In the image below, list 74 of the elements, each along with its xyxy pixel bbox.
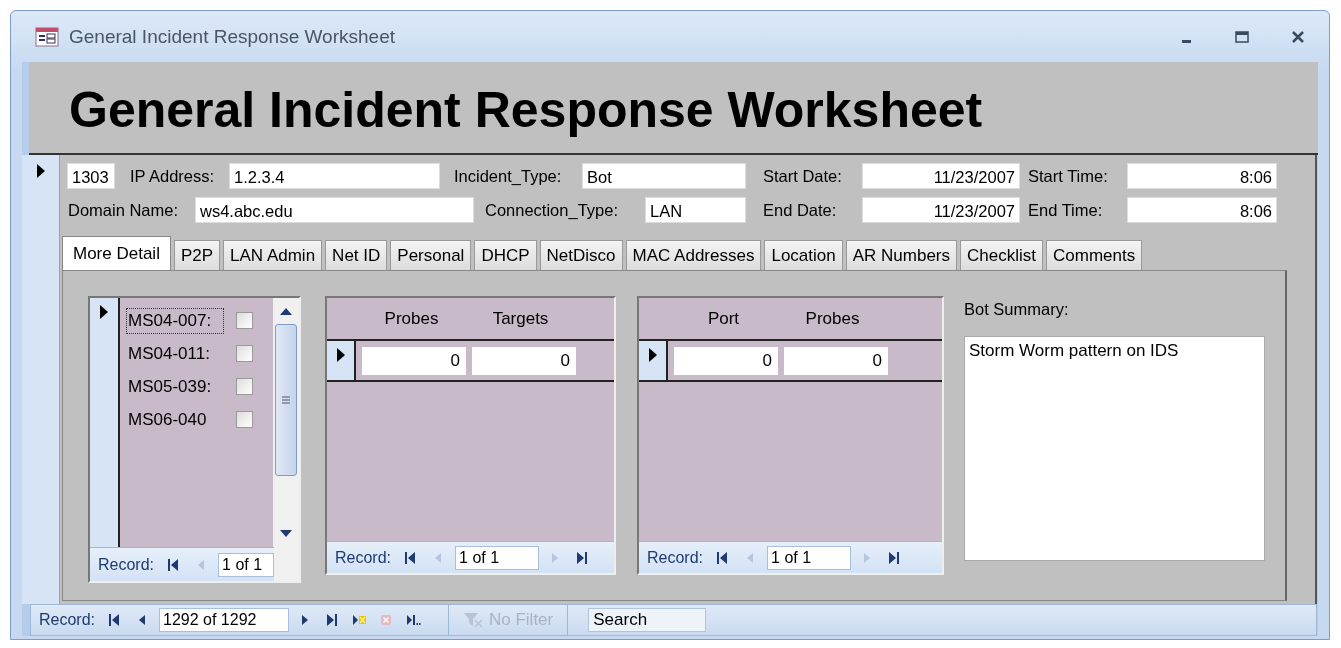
- record-pointer-icon: [335, 347, 346, 363]
- record-position-field[interactable]: 1292 of 1292: [159, 608, 290, 632]
- field-label: IP Address:: [130, 166, 216, 186]
- checkbox-label: MS04-011:: [127, 342, 211, 365]
- record-position-field[interactable]: 1 of 1: [218, 552, 274, 577]
- record-pointer-icon: [35, 163, 46, 179]
- record-position-field[interactable]: 1 of 1: [455, 545, 540, 570]
- record-selector[interactable]: [327, 341, 356, 380]
- column-header: Port: [706, 308, 741, 329]
- window-title: General Incident Response Worksheet: [69, 25, 395, 48]
- filter-icon: [463, 611, 483, 629]
- checkbox-label: MS04-007:: [126, 307, 224, 334]
- time-field[interactable]: 8:06: [1127, 163, 1277, 189]
- time-field[interactable]: 8:06: [1127, 197, 1277, 223]
- record-selector[interactable]: [90, 298, 120, 547]
- tab[interactable]: LAN Admin: [223, 240, 323, 270]
- number-field[interactable]: 0: [362, 346, 466, 375]
- scroll-thumb[interactable]: [275, 324, 297, 476]
- record-pointer-icon: [99, 304, 109, 320]
- tab[interactable]: P2P: [173, 240, 221, 270]
- tab[interactable]: Comments: [1046, 240, 1143, 270]
- scroll-up-icon[interactable]: [278, 306, 294, 316]
- date-field[interactable]: 11/23/2007: [862, 197, 1020, 223]
- arrow-bar-icon: [406, 613, 422, 627]
- field-label: Domain Name:: [68, 200, 180, 220]
- checkbox[interactable]: [236, 345, 253, 362]
- field-label: End Date:: [763, 200, 838, 220]
- tab[interactable]: More Detail: [62, 236, 171, 270]
- checkbox[interactable]: [236, 411, 253, 428]
- record-label: Record:: [335, 548, 392, 567]
- column-header: Targets: [491, 308, 550, 329]
- tab[interactable]: NetDisco: [539, 240, 623, 270]
- column-header: Probes: [804, 308, 861, 329]
- tab[interactable]: AR Numbers: [845, 240, 958, 270]
- record-label: Record:: [39, 611, 96, 629]
- field-label: Start Date:: [763, 166, 843, 186]
- record-pointer-icon: [647, 347, 658, 363]
- form-title: General Incident Response Worksheet: [69, 80, 983, 139]
- tab[interactable]: Checklist: [960, 240, 1043, 270]
- grip-icon: [281, 395, 291, 405]
- number-field[interactable]: 0: [472, 346, 576, 375]
- checkbox[interactable]: [236, 378, 253, 395]
- scroll-down-icon[interactable]: [278, 529, 294, 539]
- field-label: Start Time:: [1028, 166, 1109, 186]
- tab[interactable]: Location: [764, 240, 843, 270]
- field-label: Bot Summary:: [964, 300, 1070, 319]
- tab[interactable]: DHCP: [474, 240, 537, 270]
- checkbox-label: MS06-040: [127, 408, 208, 431]
- form-icon: [35, 26, 59, 47]
- column-header: Probes: [383, 308, 440, 329]
- record-label: Record:: [98, 555, 155, 574]
- text-field[interactable]: ws4.abc.edu: [195, 197, 474, 223]
- number-field[interactable]: 0: [784, 346, 888, 375]
- summary-textbox[interactable]: Storm Worm pattern on IDS: [964, 336, 1265, 561]
- checkbox[interactable]: [236, 312, 253, 329]
- text-field[interactable]: 1.2.3.4: [229, 163, 440, 189]
- record-position-field[interactable]: 1 of 1: [767, 545, 852, 570]
- search-field[interactable]: Search: [588, 608, 707, 632]
- tab[interactable]: Net ID: [325, 240, 388, 270]
- field-label: Connection_Type:: [485, 200, 619, 220]
- record-id-field[interactable]: 1303: [67, 163, 115, 189]
- field-label: End Time:: [1028, 200, 1104, 220]
- field-label: Incident_Type:: [454, 166, 563, 186]
- tab[interactable]: Personal: [390, 240, 472, 270]
- checkbox-label: MS05-039:: [127, 375, 213, 398]
- tab[interactable]: MAC Addresses: [625, 240, 762, 270]
- number-field[interactable]: 0: [674, 346, 778, 375]
- text-field[interactable]: Bot: [582, 163, 746, 189]
- minimize-icon: [1180, 39, 1192, 44]
- text-field[interactable]: LAN: [645, 197, 746, 223]
- new-record-icon: [352, 613, 368, 627]
- date-field[interactable]: 11/23/2007: [862, 163, 1020, 189]
- record-selector[interactable]: [639, 341, 668, 380]
- record-label: Record:: [647, 548, 704, 567]
